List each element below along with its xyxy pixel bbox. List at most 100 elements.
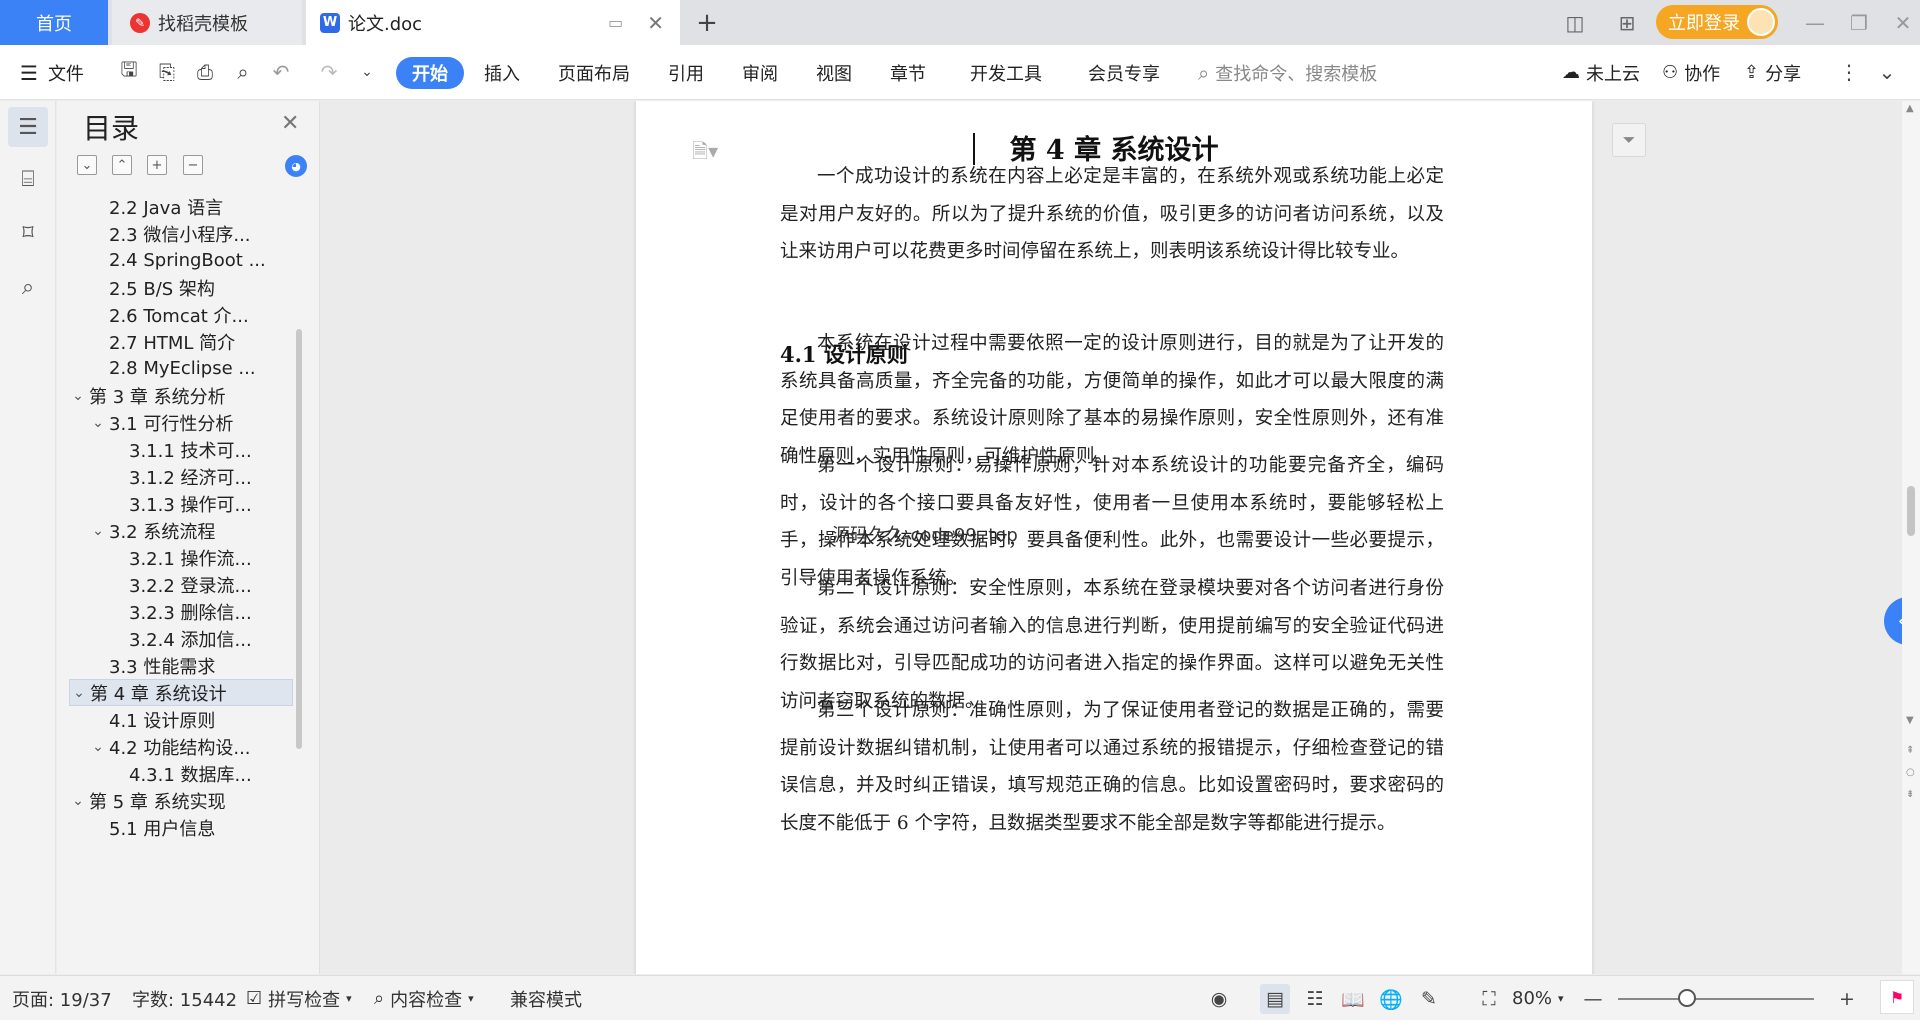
toc-item[interactable]: 2.4 SpringBoot ... [69, 247, 293, 274]
toc-item[interactable]: 5.1 用户信息 [69, 814, 293, 841]
cloud-status[interactable]: ☁ 未上云 [1562, 45, 1640, 100]
tab-start[interactable]: 开始 [396, 57, 464, 89]
toc-item[interactable]: 3.1.1 技术可... [69, 436, 293, 463]
toc-item[interactable]: 2.8 MyEclipse ... [69, 355, 293, 382]
find-icon[interactable]: ⌕ [8, 267, 48, 307]
tab-member[interactable]: 会员专享 [1088, 45, 1160, 100]
toc-item[interactable]: 3.2.1 操作流... [69, 544, 293, 571]
select-browse-icon[interactable]: ○ [1906, 767, 1915, 778]
toc-item[interactable]: ⌄ 3.2 系统流程 [69, 517, 293, 544]
toc-item[interactable]: 2.5 B/S 架构 [69, 274, 293, 301]
zoom-level[interactable]: 80% ▾ [1512, 976, 1564, 1020]
pen-icon[interactable]: ✎ [1414, 984, 1444, 1014]
toc-item[interactable]: ⌄ 第 4 章 系统设计 [69, 679, 293, 706]
chapter-nav-icon[interactable]: ⌸ [8, 159, 48, 199]
remove-heading-icon[interactable]: − [183, 155, 203, 175]
scrollbar-thumb[interactable] [1907, 486, 1915, 536]
web-view-icon[interactable]: 🌐 [1376, 984, 1406, 1014]
toc-item[interactable]: 3.3 性能需求 [69, 652, 293, 679]
tab-template[interactable]: ✎ 找稻壳模板 [112, 0, 302, 45]
bookmark-icon[interactable]: ⌑ [8, 213, 48, 253]
outline-view-icon[interactable]: ☷ [1300, 984, 1330, 1014]
content-check-button[interactable]: ⌕ 内容检查 ▾ [374, 976, 474, 1020]
grid-icon[interactable]: ⊞ [1612, 8, 1642, 38]
close-icon[interactable]: ✕ [281, 111, 299, 136]
vertical-scrollbar[interactable]: ▲ ▼ ⇞ ○ ⇟ [1902, 101, 1920, 974]
file-menu[interactable]: ☰ 文件 [20, 45, 84, 100]
monitor-icon[interactable]: ▭ [608, 13, 623, 32]
fit-page-icon[interactable]: ⛶ [1474, 984, 1504, 1014]
toc-item[interactable]: ⌄ 第 3 章 系统分析 [69, 382, 293, 409]
customize-chevron-icon[interactable]: ⌄ [352, 57, 382, 87]
save-as-icon[interactable]: ⎘ [152, 57, 182, 87]
print-icon[interactable]: ⎙ [190, 57, 220, 87]
chevron-down-icon[interactable]: ⌄ [69, 388, 87, 404]
command-search[interactable]: ⌕ 查找命令、搜索模板 [1198, 45, 1377, 100]
tab-page-layout[interactable]: 页面布局 [558, 45, 630, 100]
filter-icon[interactable]: ⏷ [1612, 123, 1646, 157]
prev-page-icon[interactable]: ⇞ [1906, 745, 1914, 756]
expand-side-panel-icon[interactable]: ‹ [1884, 597, 1902, 645]
eye-protection-icon[interactable]: ◉ [1204, 984, 1234, 1014]
chevron-down-icon[interactable]: ⌄ [70, 685, 88, 701]
toc-item[interactable]: 3.2.2 登录流... [69, 571, 293, 598]
login-button[interactable]: 立即登录 [1656, 5, 1778, 39]
tab-chapter[interactable]: 章节 [890, 45, 926, 100]
print-preview-icon[interactable]: ⌕ [228, 57, 258, 87]
document-page[interactable]: 🗎▾ 第 4 章 系统设计 一个成功设计的系统在内容上必定是丰富的，在系统外观或… [636, 101, 1592, 974]
save-icon[interactable]: 🖫 [114, 57, 144, 87]
scroll-down-icon[interactable]: ▼ [1906, 715, 1914, 726]
chevron-down-icon[interactable]: ⌄ [89, 415, 107, 431]
word-count[interactable]: 字数: 15442 [132, 976, 237, 1020]
toc-item[interactable]: 3.2.4 添加信... [69, 625, 293, 652]
layout-icon[interactable]: ◫ [1560, 8, 1590, 38]
next-page-icon[interactable]: ⇟ [1906, 789, 1914, 800]
page-count[interactable]: 页面: 19/37 [12, 976, 112, 1020]
collapse-ribbon-icon[interactable]: ⌄ [1872, 57, 1902, 87]
chevron-down-icon[interactable]: ⌄ [89, 523, 107, 539]
spell-check-button[interactable]: ☑ 拼写检查 ▾ [246, 976, 352, 1020]
close-tab-icon[interactable]: ✕ [647, 11, 664, 35]
zoom-out-icon[interactable]: — [1578, 984, 1608, 1014]
collab-button[interactable]: ⚇ 协作 [1662, 45, 1720, 100]
collapse-all-icon[interactable]: ⌃ [112, 155, 132, 175]
toc-panel-icon[interactable]: ☰ [8, 107, 48, 147]
toc-item[interactable]: 2.3 微信小程序... [69, 220, 293, 247]
feedback-icon[interactable]: ⚑ [1880, 980, 1914, 1014]
toc-item[interactable]: ⌄ 3.1 可行性分析 [69, 409, 293, 436]
chevron-down-icon[interactable]: ⌄ [69, 793, 87, 809]
tab-document[interactable]: W 论文.doc ▭ ✕ [306, 0, 680, 45]
share-button[interactable]: ⇪ 分享 [1744, 45, 1801, 100]
tab-home[interactable]: 首页 [0, 0, 108, 45]
minimize-icon[interactable]: — [1800, 8, 1830, 38]
tab-review[interactable]: 审阅 [742, 45, 778, 100]
toc-item[interactable]: 3.2.3 删除信... [69, 598, 293, 625]
tab-view[interactable]: 视图 [816, 45, 852, 100]
tab-insert[interactable]: 插入 [484, 45, 520, 100]
undo-icon[interactable]: ↶ [266, 57, 296, 87]
close-window-icon[interactable]: ✕ [1888, 8, 1918, 38]
toc-item[interactable]: 4.1 设计原则 [69, 706, 293, 733]
tab-references[interactable]: 引用 [668, 45, 704, 100]
toc-item[interactable]: 3.1.3 操作可... [69, 490, 293, 517]
new-tab-button[interactable]: + [690, 6, 724, 40]
zoom-slider-handle[interactable] [1677, 989, 1696, 1007]
add-heading-icon[interactable]: + [147, 155, 167, 175]
toc-scrollbar[interactable] [296, 329, 302, 749]
zoom-slider[interactable] [1618, 998, 1814, 1000]
chevron-down-icon[interactable]: ⌄ [89, 739, 107, 755]
toc-item[interactable]: ⌄ 第 5 章 系统实现 [69, 787, 293, 814]
page-view-icon[interactable]: ▤ [1260, 984, 1290, 1014]
toc-item[interactable]: ⌄ 4.2 功能结构设... [69, 733, 293, 760]
expand-all-icon[interactable]: ⌄ [77, 155, 97, 175]
toc-item[interactable]: 2.7 HTML 简介 [69, 328, 293, 355]
toc-item[interactable]: 4.3.1 数据库... [69, 760, 293, 787]
toc-item[interactable]: 2.2 Java 语言 [69, 193, 293, 220]
toc-item[interactable]: 3.1.2 经济可... [69, 463, 293, 490]
restore-icon[interactable]: ❐ [1844, 8, 1874, 38]
ai-assistant-icon[interactable]: ◕ [285, 155, 307, 177]
toc-item[interactable]: 2.6 Tomcat 介... [69, 301, 293, 328]
zoom-in-icon[interactable]: + [1832, 984, 1862, 1014]
redo-icon[interactable]: ↷ [314, 57, 344, 87]
tab-developer[interactable]: 开发工具 [970, 45, 1042, 100]
